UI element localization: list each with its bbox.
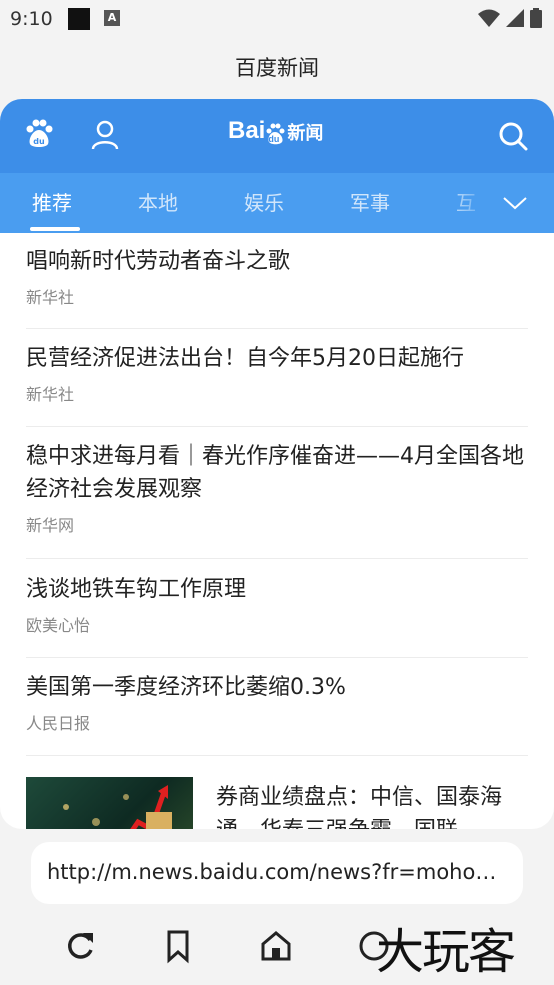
status-time: 9:10: [10, 8, 53, 30]
tab-military[interactable]: 军事: [350, 187, 390, 216]
channel-tabs: 推荐 本地 娱乐 军事 互: [0, 173, 554, 233]
news-webview: du Bai du 新闻 推荐 本地 娱乐 军事 互: [0, 99, 554, 829]
baidu-paw-icon[interactable]: du: [24, 119, 54, 149]
battery-icon: [530, 8, 542, 28]
news-source: 新华社: [26, 385, 75, 404]
news-title: 浅谈地铁车钩工作原理: [26, 577, 247, 602]
user-icon[interactable]: [90, 119, 120, 151]
news-item[interactable]: 美国第一季度经济环比萎缩0.3% 人民日报: [26, 671, 528, 756]
svg-text:du: du: [33, 137, 45, 146]
news-thumbnail: [26, 777, 193, 829]
refresh-icon[interactable]: [62, 928, 98, 964]
news-title: 券商业绩盘点：中信、国泰海通、华泰三强争霸，国联: [216, 785, 503, 829]
tab-entertainment[interactable]: 娱乐: [244, 187, 284, 216]
news-title: 唱响新时代劳动者奋斗之歌: [26, 249, 291, 274]
tab-recommend[interactable]: 推荐: [32, 187, 72, 216]
notification-a-icon: A: [104, 10, 120, 26]
url-text: http://m.news.baidu.com/news?fr=mohome&s…: [47, 860, 507, 884]
home-icon[interactable]: [258, 928, 294, 964]
news-title: 民营经济促进法出台！自今年5月20日起施行: [26, 346, 464, 371]
bookmark-icon[interactable]: [160, 928, 196, 964]
tabs-fade: [448, 173, 554, 233]
search-icon[interactable]: [498, 121, 528, 151]
status-icons: [478, 8, 542, 28]
logo-text: Bai: [228, 117, 266, 144]
wifi-icon: [478, 9, 500, 27]
header-bar: du Bai du 新闻: [0, 99, 554, 173]
news-item[interactable]: 稳中求进每月看｜春光作序催奋进——4月全国各地经济社会发展观察 新华网: [26, 440, 528, 559]
signal-icon: [506, 9, 524, 27]
active-tab-indicator: [30, 227, 80, 231]
news-item[interactable]: 民营经济促进法出台！自今年5月20日起施行 新华社: [26, 342, 528, 427]
news-item[interactable]: 唱响新时代劳动者奋斗之歌 新华社: [26, 245, 528, 329]
status-bar: 9:10 A: [0, 0, 554, 38]
logo-news: 新闻: [287, 123, 324, 144]
logo-paw: du: [265, 123, 285, 145]
baidu-news-logo: Bai du 新闻: [228, 117, 323, 145]
news-source: 新华网: [26, 516, 75, 535]
news-source: 新华社: [26, 288, 75, 307]
news-source: 人民日报: [26, 714, 91, 733]
news-item[interactable]: 浅谈地铁车钩工作原理 欧美心怡: [26, 573, 528, 658]
app-title: 百度新闻: [235, 56, 319, 80]
news-item-with-image[interactable]: 券商业绩盘点：中信、国泰海通、华泰三强争霸，国联: [26, 777, 528, 829]
news-title: 稳中求进每月看｜春光作序催奋进——4月全国各地经济社会发展观察: [26, 444, 524, 502]
url-bar[interactable]: http://m.news.baidu.com/news?fr=mohome&s…: [31, 842, 523, 904]
watermark: 大玩客: [376, 924, 516, 980]
chevron-down-icon[interactable]: [502, 195, 528, 211]
news-source: 欧美心怡: [26, 616, 91, 635]
news-title: 美国第一季度经济环比萎缩0.3%: [26, 675, 346, 700]
notification-square-icon: [68, 8, 90, 30]
logo-suffix: du: [268, 134, 280, 144]
tab-local[interactable]: 本地: [138, 187, 178, 216]
